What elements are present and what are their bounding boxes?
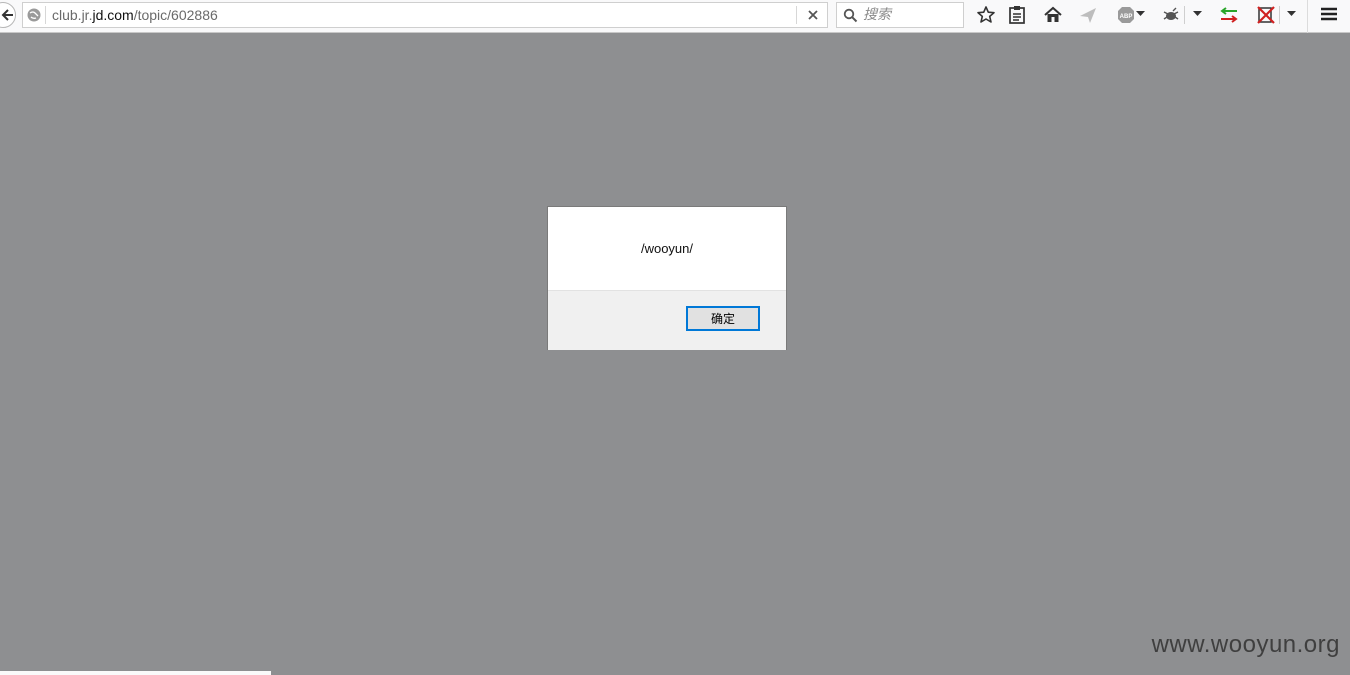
url-text[interactable]: club.jr.jd.com/topic/602886 xyxy=(52,7,218,23)
search-input[interactable] xyxy=(863,5,959,25)
alert-footer: 确定 xyxy=(548,290,786,350)
search-icon xyxy=(843,8,858,23)
url-domain: jd.com xyxy=(92,7,134,23)
blocked-script-icon[interactable] xyxy=(1256,5,1276,25)
bookmark-star-icon[interactable] xyxy=(976,5,996,25)
watermark: www.wooyun.org xyxy=(1151,631,1340,658)
search-bar[interactable] xyxy=(836,2,964,28)
svg-text:ABP: ABP xyxy=(1120,14,1133,20)
toolbar-divider xyxy=(1307,0,1308,33)
url-separator xyxy=(45,6,46,24)
url-bar[interactable]: club.jr.jd.com/topic/602886 xyxy=(22,2,828,28)
dropdown-icon[interactable] xyxy=(1193,11,1202,17)
dropdown-icon[interactable] xyxy=(1136,11,1145,17)
toolbar-divider xyxy=(1184,6,1185,24)
extension-icon[interactable] xyxy=(1161,5,1181,25)
dropdown-icon[interactable] xyxy=(1287,11,1296,17)
url-path: /topic/602886 xyxy=(133,7,218,23)
alert-dialog: /wooyun/ 确定 xyxy=(547,206,787,350)
reading-list-icon[interactable] xyxy=(1008,5,1026,25)
menu-icon[interactable] xyxy=(1320,5,1338,25)
url-prefix: club.jr. xyxy=(52,7,93,23)
ok-button[interactable]: 确定 xyxy=(686,306,760,331)
status-loading-bar xyxy=(0,671,271,675)
alert-message: /wooyun/ xyxy=(640,241,694,256)
back-button[interactable] xyxy=(0,2,16,28)
adblock-plus-icon[interactable]: ABP xyxy=(1116,5,1136,25)
home-icon[interactable] xyxy=(1043,5,1063,25)
back-arrow-icon xyxy=(1,9,13,21)
url-separator-right xyxy=(796,6,797,24)
globe-icon xyxy=(27,8,41,22)
sync-arrows-icon[interactable] xyxy=(1219,5,1239,25)
toolbar-divider xyxy=(1279,6,1280,24)
browser-toolbar: club.jr.jd.com/topic/602886 ABP xyxy=(0,0,1350,33)
clear-url-icon[interactable] xyxy=(806,8,820,22)
pocket-send-icon[interactable] xyxy=(1078,5,1098,25)
